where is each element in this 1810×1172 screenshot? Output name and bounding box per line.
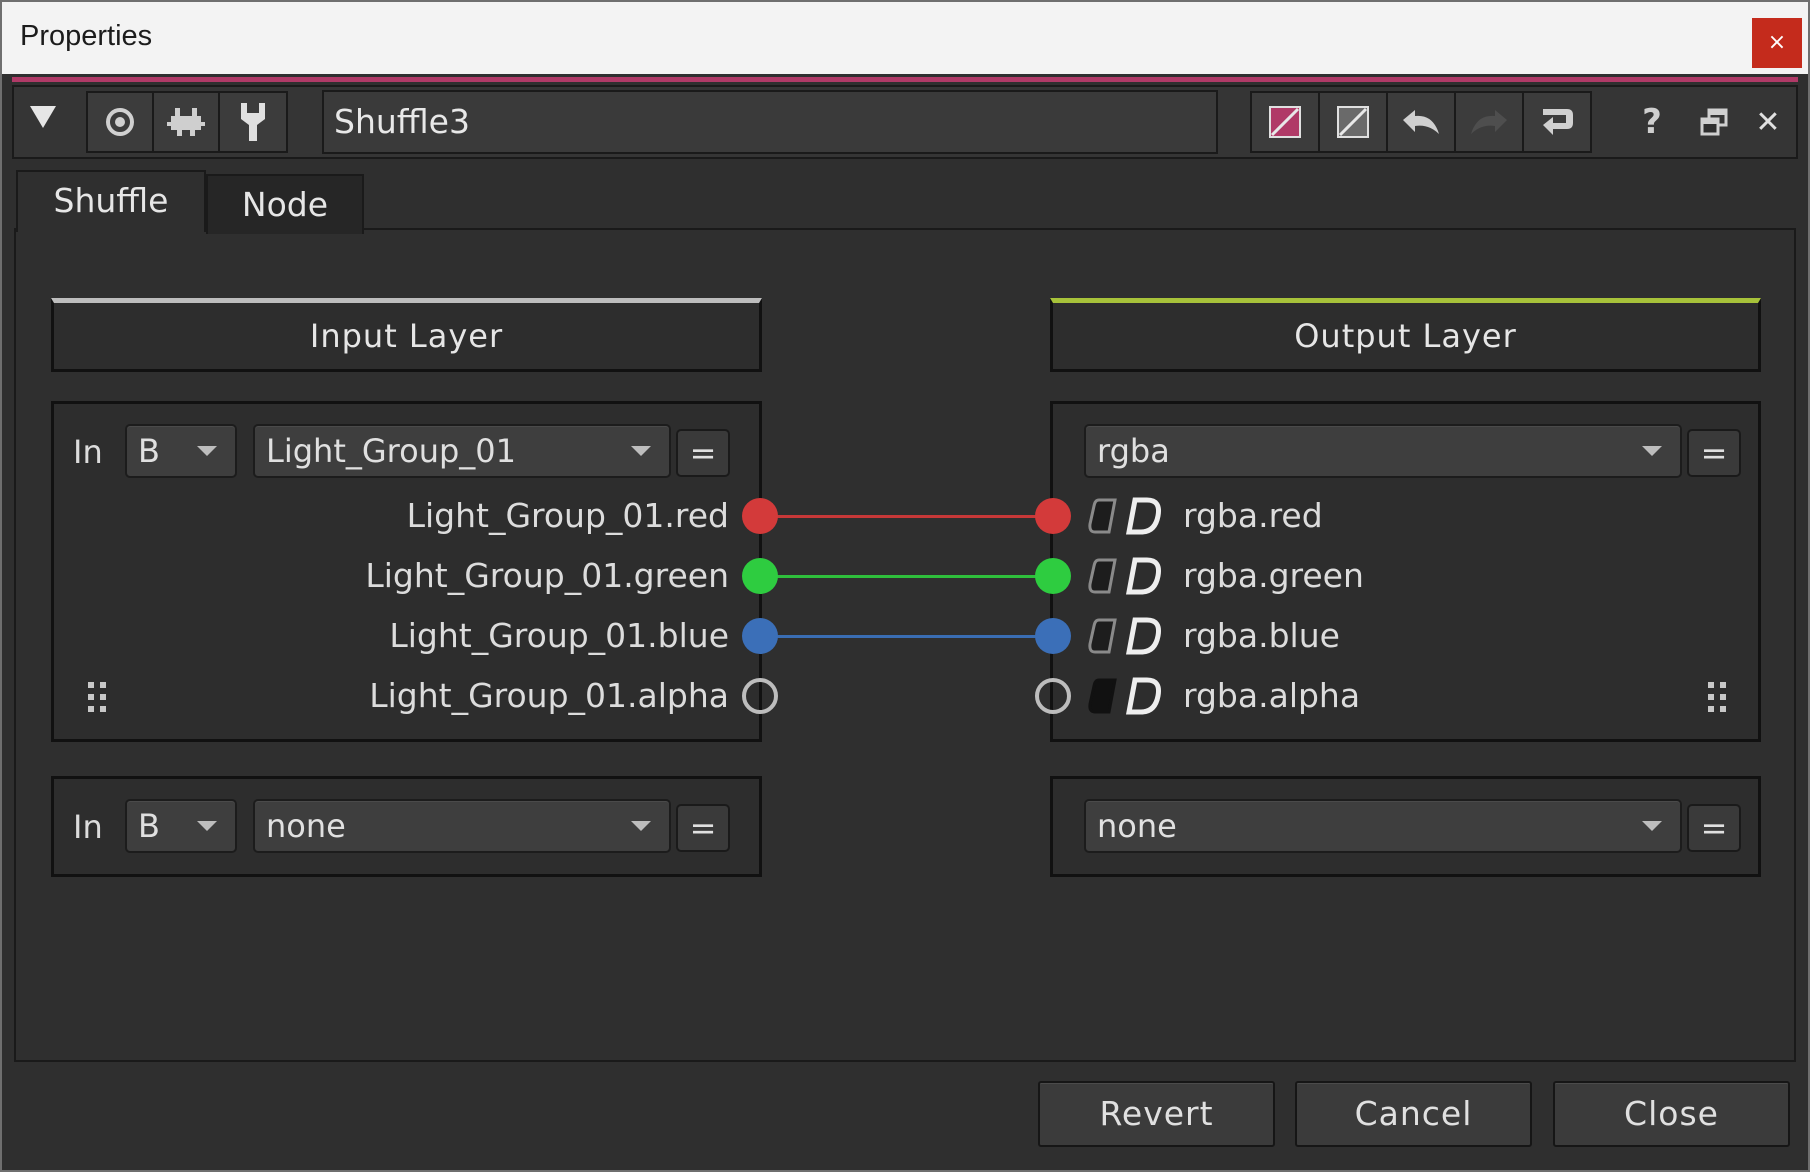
color-swatch-icon xyxy=(1269,106,1301,138)
pin-icon xyxy=(167,108,205,136)
gray-swatch-icon xyxy=(1337,106,1369,138)
input-red-dot[interactable] xyxy=(742,498,778,534)
output-green-dot[interactable] xyxy=(1035,558,1071,594)
input-layer-eq-button[interactable]: = xyxy=(676,429,730,477)
input-drag-grip-icon[interactable] xyxy=(88,682,108,714)
channel-toggle-icon[interactable] xyxy=(1085,554,1165,598)
input-channel-blue: Light_Group_01.blue xyxy=(389,616,729,655)
output-layer-select-2[interactable]: none xyxy=(1084,799,1682,853)
viewer-button[interactable] xyxy=(86,91,154,153)
window-titlebar: Properties × xyxy=(0,0,1810,74)
input-layer-header[interactable]: Input Layer xyxy=(51,298,762,372)
input-select-value: B xyxy=(138,432,160,470)
node-color-button[interactable] xyxy=(1250,91,1320,153)
output-layer-select-value: rgba xyxy=(1097,432,1170,470)
chevron-down-icon xyxy=(1642,446,1662,456)
channel-toggle-icon[interactable] xyxy=(1085,674,1165,718)
wire-green xyxy=(760,575,1052,578)
node-color-bar xyxy=(12,77,1798,82)
close-panel-icon[interactable]: ✕ xyxy=(1746,100,1790,144)
input-layer-select-2[interactable]: none xyxy=(253,799,671,853)
input-select[interactable]: B xyxy=(125,424,237,478)
output-channel-green: rgba.green xyxy=(1183,556,1364,595)
input-blue-dot[interactable] xyxy=(742,618,778,654)
output-layer-select-2-value: none xyxy=(1097,807,1177,845)
input-channel-red: Light_Group_01.red xyxy=(406,496,729,535)
input-channel-green: Light_Group_01.green xyxy=(365,556,729,595)
input-select-2[interactable]: B xyxy=(125,799,237,853)
input-channel-alpha: Light_Group_01.alpha xyxy=(369,676,729,715)
tab-shuffle[interactable]: Shuffle xyxy=(16,170,206,232)
output-drag-grip-icon[interactable] xyxy=(1708,682,1728,714)
tab-node[interactable]: Node xyxy=(206,174,364,234)
gl-color-button[interactable] xyxy=(1318,91,1388,153)
chevron-down-icon xyxy=(631,446,651,456)
window-title: Properties xyxy=(20,20,153,52)
undo-icon xyxy=(1403,110,1439,134)
in-label-2: In xyxy=(73,808,103,846)
input-green-dot[interactable] xyxy=(742,558,778,594)
tools-icon xyxy=(241,103,265,141)
input-layer-select[interactable]: Light_Group_01 xyxy=(253,424,671,478)
channel-toggle-icon[interactable] xyxy=(1085,494,1165,538)
float-window-icon xyxy=(1700,108,1728,136)
help-icon[interactable]: ? xyxy=(1630,100,1674,144)
revert-icon xyxy=(1543,109,1573,135)
chevron-down-icon xyxy=(197,446,217,456)
revert-knobs-button[interactable] xyxy=(1522,91,1592,153)
input-layer-select-2-value: none xyxy=(266,807,346,845)
output-blue-dot[interactable] xyxy=(1035,618,1071,654)
output-layer-eq-button-2[interactable]: = xyxy=(1687,804,1741,852)
viewer-icon xyxy=(106,108,134,136)
pin-button[interactable] xyxy=(152,91,220,153)
window-close-button[interactable]: × xyxy=(1752,18,1802,68)
redo-icon xyxy=(1471,110,1507,134)
output-channel-blue: rgba.blue xyxy=(1183,616,1340,655)
float-window-button[interactable] xyxy=(1692,100,1736,144)
node-name-input[interactable]: Shuffle3 xyxy=(322,90,1218,154)
chevron-down-icon xyxy=(197,821,217,831)
cancel-button[interactable]: Cancel xyxy=(1295,1081,1532,1147)
output-layer-select[interactable]: rgba xyxy=(1084,424,1682,478)
wire-blue xyxy=(760,635,1052,638)
tools-button[interactable] xyxy=(218,91,288,153)
chevron-down-icon xyxy=(1642,821,1662,831)
output-red-dot[interactable] xyxy=(1035,498,1071,534)
collapse-arrow-icon[interactable] xyxy=(30,106,56,128)
undo-button[interactable] xyxy=(1386,91,1456,153)
wire-red xyxy=(760,515,1052,518)
input-alpha-dot[interactable] xyxy=(742,678,778,714)
output-layer-eq-button[interactable]: = xyxy=(1687,429,1741,477)
output-alpha-dot[interactable] xyxy=(1035,678,1071,714)
channel-toggle-icon[interactable] xyxy=(1085,614,1165,658)
output-layer-header[interactable]: Output Layer xyxy=(1050,298,1761,372)
input-select-2-value: B xyxy=(138,807,160,845)
output-channel-alpha: rgba.alpha xyxy=(1183,676,1361,715)
output-channel-red: rgba.red xyxy=(1183,496,1323,535)
in-label: In xyxy=(73,433,103,471)
input-layer-eq-button-2[interactable]: = xyxy=(676,804,730,852)
close-button[interactable]: Close xyxy=(1553,1081,1790,1147)
redo-button[interactable] xyxy=(1454,91,1524,153)
revert-button[interactable]: Revert xyxy=(1038,1081,1275,1147)
chevron-down-icon xyxy=(631,821,651,831)
input-layer-select-value: Light_Group_01 xyxy=(266,432,516,470)
